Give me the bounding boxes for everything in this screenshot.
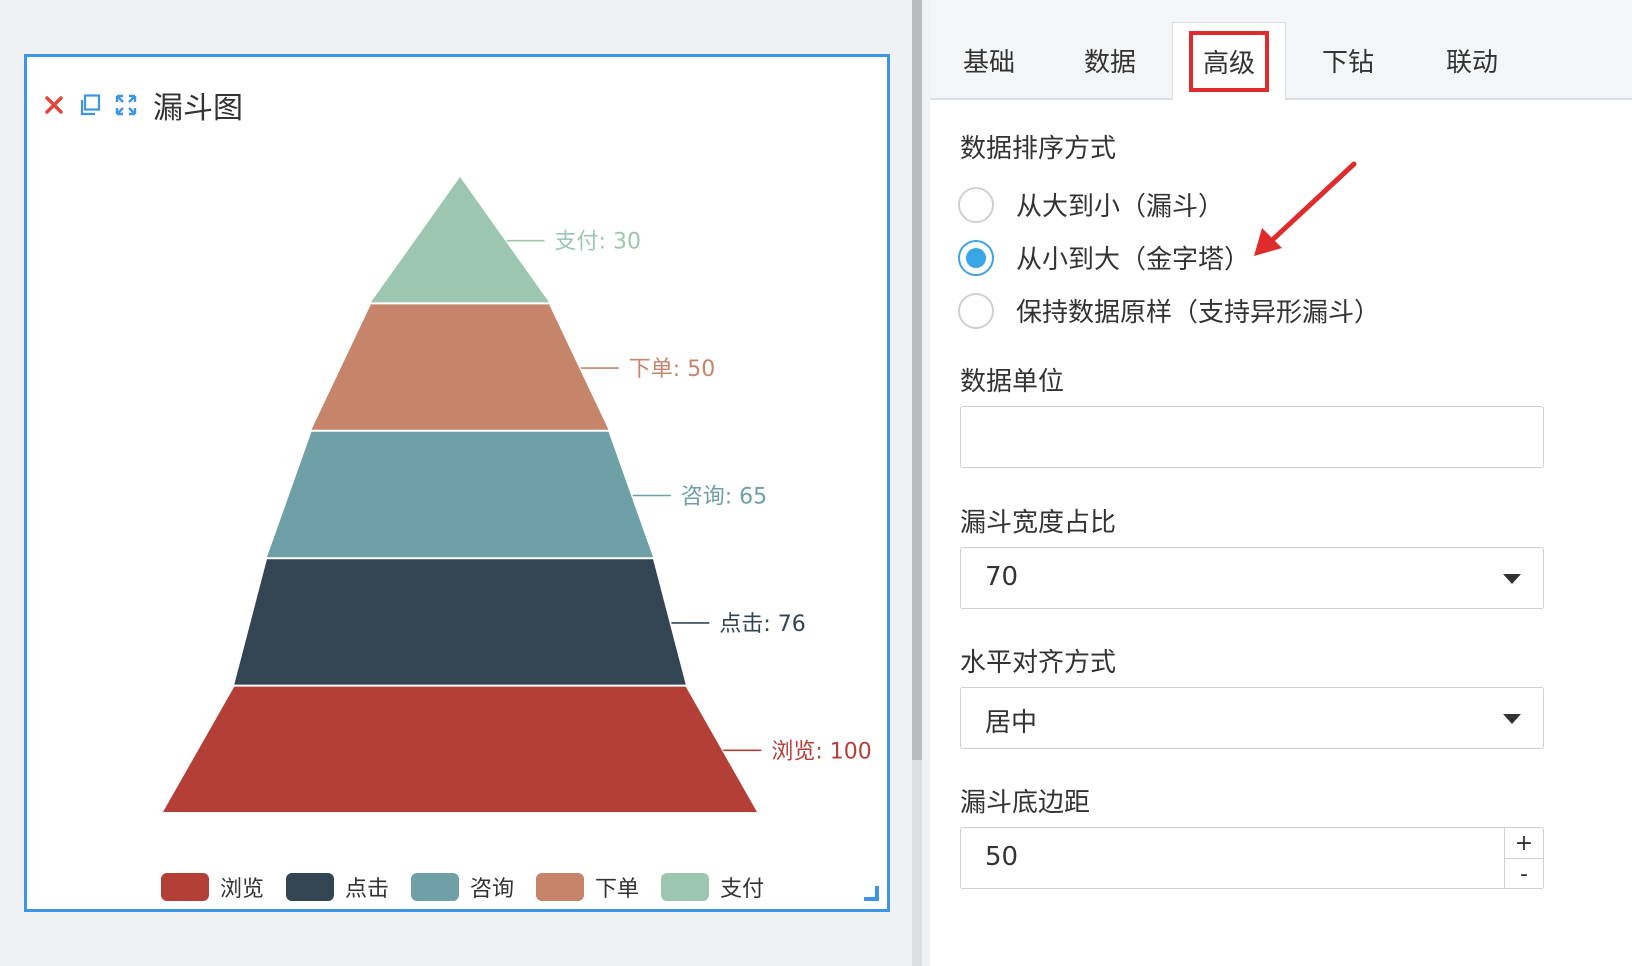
- funnel-segment[interactable]: [163, 686, 757, 812]
- legend-label: 点击: [345, 877, 390, 902]
- radio-ascending-label: 从小到大（金字塔）: [1016, 245, 1251, 275]
- bottom-margin-value: 50: [985, 842, 1019, 872]
- funnel-segment[interactable]: [266, 431, 654, 558]
- panel-splitter[interactable]: [912, 0, 922, 760]
- funnel-data-label: 下单: 50: [629, 357, 715, 382]
- legend-item[interactable]: 咨询: [411, 871, 514, 903]
- legend-label: 下单: [595, 877, 640, 902]
- radio-selected-dot: [966, 247, 986, 268]
- align-label: 水平对齐方式: [960, 648, 1117, 678]
- width-ratio-select[interactable]: 70: [960, 547, 1544, 609]
- decrement-button[interactable]: -: [1505, 859, 1543, 889]
- sort-section-label: 数据排序方式: [960, 134, 1117, 164]
- unit-input[interactable]: [960, 406, 1544, 468]
- radio-ascending[interactable]: [958, 239, 994, 276]
- tab-basic[interactable]: 基础: [930, 22, 1048, 98]
- bottom-margin-stepper[interactable]: 50 + -: [960, 827, 1544, 889]
- tab-drilldown-label: 下钻: [1321, 47, 1374, 78]
- tab-linkage-label: 联动: [1445, 47, 1498, 78]
- tab-drilldown[interactable]: 下钻: [1286, 22, 1410, 98]
- align-value: 居中: [985, 708, 1038, 738]
- settings-panel: 基础 数据 高级 下钻 联动 数据排序方式 从大到小（漏斗） 从小到大（金字塔）…: [930, 0, 1632, 966]
- sort-option-ascending[interactable]: 从小到大（金字塔）: [958, 239, 1250, 276]
- funnel-data-label: 点击: 76: [719, 612, 805, 637]
- funnel-segment[interactable]: [370, 177, 550, 303]
- chart-card[interactable]: 漏斗图 支付: 30 下单: 50 咨询: 65 点击: 76 浏览: 100 浏览 点击…: [24, 54, 890, 912]
- legend-swatch: [286, 873, 335, 901]
- legend-label: 咨询: [470, 877, 515, 902]
- funnel-segment[interactable]: [311, 304, 609, 430]
- stepper-controls: + -: [1504, 828, 1543, 888]
- tab-advanced-label: 高级: [1188, 31, 1269, 92]
- funnel-chart: 支付: 30 下单: 50 咨询: 65 点击: 76 浏览: 100: [163, 177, 872, 812]
- width-ratio-value: 70: [985, 562, 1019, 592]
- funnel-segment[interactable]: [234, 559, 686, 685]
- funnel-data-label: 浏览: 100: [771, 739, 871, 764]
- chevron-down-icon: [1503, 714, 1521, 724]
- legend-item[interactable]: 点击: [286, 871, 389, 903]
- bottom-margin-label: 漏斗底边距: [960, 788, 1091, 818]
- legend-item[interactable]: 浏览: [161, 871, 264, 903]
- legend-item[interactable]: 下单: [536, 871, 639, 903]
- legend-item[interactable]: 支付: [661, 871, 764, 903]
- legend-swatch: [536, 873, 585, 901]
- legend-swatch: [661, 873, 710, 901]
- radio-original-label: 保持数据原样（支持异形漏斗）: [1016, 298, 1381, 328]
- tab-bar: 基础 数据 高级 下钻 联动: [930, 0, 1632, 100]
- funnel-data-label: 咨询: 65: [681, 485, 767, 510]
- tab-basic-label: 基础: [962, 47, 1015, 78]
- annotation-arrow-icon: [1254, 161, 1357, 256]
- align-select[interactable]: 居中: [960, 687, 1544, 749]
- width-ratio-label: 漏斗宽度占比: [960, 508, 1117, 538]
- increment-button[interactable]: +: [1505, 828, 1543, 859]
- tab-advanced[interactable]: 高级: [1172, 22, 1286, 100]
- legend-label: 浏览: [220, 877, 265, 902]
- tab-data[interactable]: 数据: [1048, 22, 1172, 98]
- chevron-down-icon: [1503, 574, 1521, 584]
- radio-descending-label: 从大到小（漏斗）: [1016, 192, 1225, 222]
- sort-option-descending[interactable]: 从大到小（漏斗）: [958, 186, 1224, 223]
- radio-descending[interactable]: [958, 186, 994, 223]
- sort-option-original[interactable]: 保持数据原样（支持异形漏斗）: [958, 292, 1380, 329]
- tab-linkage[interactable]: 联动: [1410, 22, 1534, 98]
- legend-label: 支付: [720, 877, 765, 902]
- resize-handle[interactable]: [864, 886, 879, 901]
- panel-splitter-lower: [912, 760, 922, 966]
- funnel-data-label: 支付: 30: [555, 230, 641, 255]
- tab-data-label: 数据: [1083, 47, 1136, 78]
- legend-swatch: [411, 873, 460, 901]
- chart-legend: 浏览 点击 咨询 下单 支付: [161, 871, 786, 903]
- legend-swatch: [161, 873, 209, 901]
- unit-label: 数据单位: [960, 367, 1065, 397]
- radio-original[interactable]: [958, 292, 994, 329]
